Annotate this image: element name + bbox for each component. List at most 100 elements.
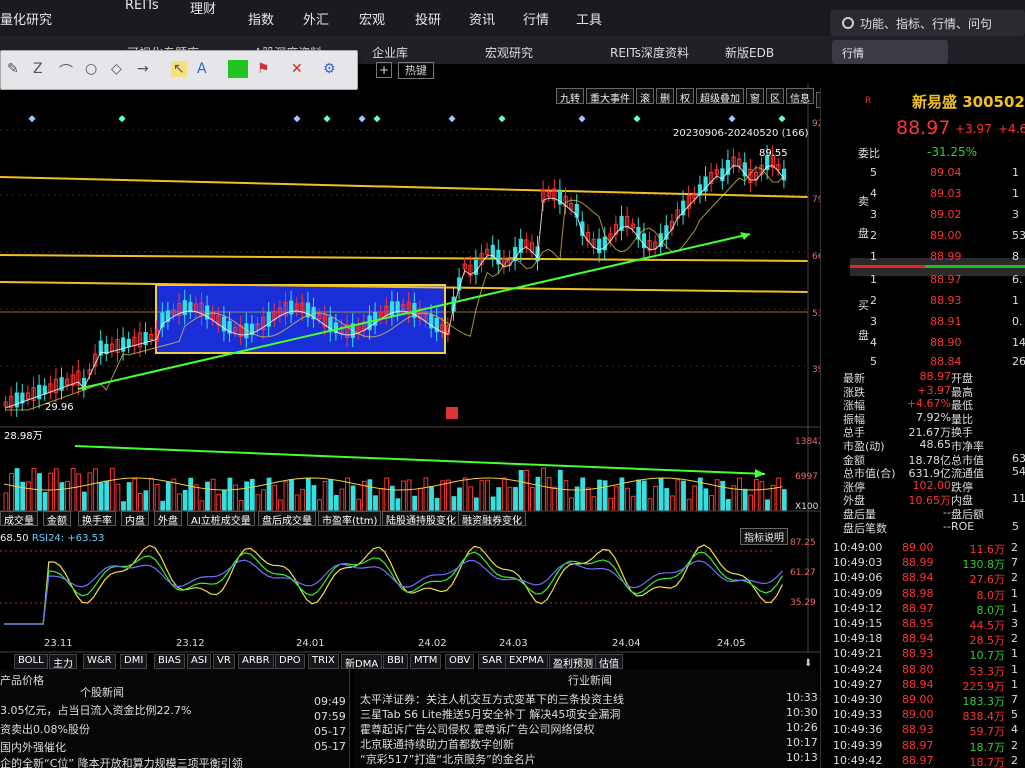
tab-inner[interactable]: 内盘 (121, 511, 149, 527)
arrow-icon[interactable]: → (137, 61, 149, 77)
volume-bar (20, 481, 26, 512)
menu-item-wealth[interactable]: 理财 (190, 0, 216, 17)
tab-wr[interactable]: W&R (83, 654, 116, 669)
menu-item-macro[interactable]: 宏观 (359, 9, 385, 28)
tab-boll[interactable]: BOLL (14, 654, 48, 669)
add-button[interactable]: + (376, 62, 392, 78)
menu-item-index[interactable]: 指数 (248, 9, 274, 28)
tab-mtm[interactable]: MTM (410, 654, 442, 669)
tab-outer[interactable]: 外盘 (154, 511, 182, 527)
cursor-icon[interactable]: ↖ (171, 61, 187, 77)
bookmark-icon[interactable]: ⚑ (257, 61, 270, 77)
bid-volume: 6. (1012, 273, 1023, 286)
tab-margin[interactable]: 融资融券变化 (458, 511, 526, 527)
tab-dmi[interactable]: DMI (120, 654, 148, 669)
menu-item-research[interactable]: 投研 (415, 9, 441, 28)
tab-stock-connect[interactable]: 陆股通持股变化 (382, 511, 460, 527)
bid-price[interactable]: 88.91 (930, 315, 962, 328)
tab-arbr[interactable]: ARBR (238, 654, 274, 669)
news-item[interactable]: 国内外强催化 (0, 739, 66, 755)
bid-price[interactable]: 88.84 (930, 355, 962, 368)
tab-valuation[interactable]: 估值 (595, 654, 623, 670)
tab-quotes[interactable]: 行情 (832, 40, 948, 64)
circle-icon[interactable]: ○ (85, 61, 97, 77)
settings-icon[interactable]: ⚙ (323, 61, 336, 77)
tab-asi[interactable]: ASI (187, 654, 212, 669)
bid-price[interactable]: 88.93 (930, 294, 962, 307)
zigzag-icon[interactable]: Z (33, 61, 43, 77)
search-box[interactable]: 功能、指标、行情、问句 (830, 10, 1025, 36)
news-item[interactable]: 太平洋证券：关注人机交互方式变革下的三条投资主线 (360, 691, 624, 707)
chart-tool-scroll[interactable]: 滚 (636, 88, 654, 105)
ask-price[interactable]: 88.99 (930, 250, 962, 263)
bid-price[interactable]: 88.90 (930, 336, 962, 349)
news-item[interactable]: 资卖出0.08%股份 (0, 721, 90, 737)
tab-turnover[interactable]: 换手率 (78, 511, 116, 527)
tab-after-hours-volume[interactable]: 盘后成交量 (258, 511, 316, 527)
chart-tool-overlay[interactable]: 超级叠加 (696, 88, 744, 105)
chart-tool-info[interactable]: 信息 (786, 88, 814, 105)
tab-amount[interactable]: 金额 (43, 511, 71, 527)
volume-bar (406, 479, 412, 512)
volume-bar (608, 497, 614, 512)
download-icon[interactable]: ⬇ (804, 658, 812, 669)
news-item[interactable]: 三星Tab S6 Lite推送5月安全补丁 解决45项安全漏洞 (360, 706, 620, 722)
ask-price[interactable]: 89.02 (930, 208, 962, 221)
nav-item-macro-research[interactable]: 宏观研究 (485, 44, 533, 61)
color-swatch[interactable] (228, 60, 248, 78)
product-price-header[interactable]: 产品价格 (0, 672, 44, 688)
tab-pe-ttm[interactable]: 市盈率(ttm) (318, 511, 382, 527)
volume-bar (126, 482, 132, 512)
hotkey-button[interactable]: 热键 (398, 62, 434, 79)
tab-bias[interactable]: BIAS (154, 654, 185, 669)
tab-new-dma[interactable]: 新DMA (341, 654, 383, 670)
tab-expma[interactable]: EXPMA (505, 654, 548, 669)
bid-level: 3 (870, 315, 877, 328)
shape-icon[interactable]: ◇ (111, 61, 122, 77)
news-item[interactable]: 企的全新“C位” 降本开放和算力规模三项平衡引领 (0, 755, 262, 768)
menu-item-quant[interactable]: 量化研究 (0, 9, 52, 28)
nav-item-company[interactable]: 企业库 (372, 44, 408, 61)
menu-item-quotes[interactable]: 行情 (523, 9, 549, 28)
tab-obv[interactable]: OBV (445, 654, 475, 669)
tab-bbi[interactable]: BBI (383, 654, 408, 669)
news-item[interactable]: 北京联通持续助力首都数字创新 (360, 736, 514, 752)
menu-item-tools[interactable]: 工具 (576, 9, 602, 28)
ask-price[interactable]: 89.03 (930, 187, 962, 200)
volume-bar (625, 487, 630, 512)
chart-tool-jiuzhuan[interactable]: 九转 (556, 88, 584, 105)
delete-icon[interactable]: ✕ (291, 61, 303, 77)
menu-item-reits[interactable]: REITs (125, 0, 159, 13)
ask-price[interactable]: 89.00 (930, 229, 962, 242)
tab-dpo[interactable]: DPO (275, 654, 305, 669)
chart-tool-window[interactable]: 窗 (746, 88, 764, 105)
chart-tool-rights[interactable]: 权 (676, 88, 694, 105)
text-icon[interactable]: A (197, 61, 207, 77)
ask-price[interactable]: 89.04 (930, 166, 962, 179)
tab-volume[interactable]: 成交量 (0, 511, 38, 527)
tab-ai-volume[interactable]: AI立桩成交量 (187, 511, 255, 527)
nav-item-reits-data[interactable]: REITs深度资料 (610, 44, 689, 61)
news-item[interactable]: 霍尊起诉广告公司侵权 霍尊诉广告公司网络侵权 (360, 721, 595, 737)
menu-item-forex[interactable]: 外汇 (303, 9, 329, 28)
stock-chart[interactable] (0, 64, 820, 669)
bid-price[interactable]: 88.97 (930, 273, 962, 286)
pen-icon[interactable]: ✎ (7, 61, 19, 77)
tab-main-force[interactable]: 主力 (49, 654, 77, 670)
chart-tool-delete[interactable]: 删 (656, 88, 674, 105)
chart-tool-events[interactable]: 重大事件 (586, 88, 634, 105)
chart-tool-region[interactable]: 区 (766, 88, 784, 105)
nav-item-edb[interactable]: 新版EDB (725, 44, 774, 61)
tab-trix[interactable]: TRIX (308, 654, 339, 669)
tab-sar[interactable]: SAR (478, 654, 507, 669)
tab-profit-forecast[interactable]: 盈利预测 (549, 654, 597, 670)
news-item[interactable]: “京彩517”打造“北京服务”的金名片 (360, 751, 536, 767)
tab-vr[interactable]: VR (213, 654, 235, 669)
volume-bar (591, 496, 597, 512)
menu-item-news[interactable]: 资讯 (469, 9, 495, 28)
tick-volume: 18.7万 (969, 740, 1006, 754)
indicator-explain-button[interactable]: 指标说明 (740, 528, 788, 545)
curve-icon[interactable]: ⌒ (59, 61, 73, 81)
tick-volume: 8.0万 (976, 588, 1006, 602)
news-item[interactable]: 3.05亿元，占当日流入资金比例22.7% (0, 702, 191, 718)
